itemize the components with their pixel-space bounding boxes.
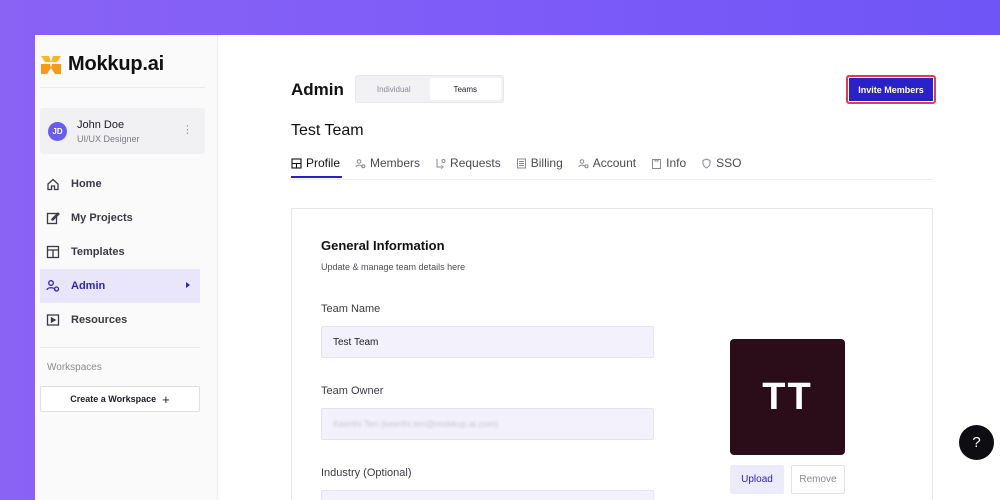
avatar: JD <box>48 121 67 141</box>
sidebar: Mokkup.ai JD John Doe UI/UX Designer ⋮ H… <box>35 35 218 500</box>
tab-billing[interactable]: Billing <box>516 154 563 172</box>
users-admin-icon <box>46 279 60 293</box>
home-icon <box>46 177 60 191</box>
team-owner-value: Keerthi Teri (keerthi.teri@mokkup.ai.com… <box>333 419 499 429</box>
team-title: Test Team <box>291 122 364 139</box>
tab-label: Account <box>592 156 637 170</box>
tab-profile[interactable]: Profile <box>291 154 340 172</box>
tab-info[interactable]: Info <box>651 154 686 172</box>
tab-label: Requests <box>450 156 501 170</box>
shield-icon <box>701 157 712 169</box>
tab-requests[interactable]: Requests <box>435 154 501 172</box>
members-icon <box>355 158 366 169</box>
section-subtitle: Update & manage team details here <box>321 262 466 272</box>
tab-label: Billing <box>530 156 563 170</box>
workspaces-label: Workspaces <box>47 362 102 373</box>
tab-bar: Profile Members Requests Billing Account <box>291 154 756 172</box>
sidebar-item-my-projects[interactable]: My Projects <box>40 201 200 235</box>
team-avatar: TT <box>730 339 845 455</box>
create-workspace-label: Create a Workspace <box>70 394 157 404</box>
industry-field[interactable] <box>321 490 654 500</box>
account-icon <box>578 158 589 169</box>
receipt-icon <box>516 158 527 169</box>
tab-label: Members <box>370 156 421 170</box>
kebab-menu-icon[interactable]: ⋮ <box>182 123 193 136</box>
layout-icon <box>291 157 302 169</box>
user-request-icon <box>435 158 446 169</box>
sidebar-item-label: Templates <box>71 246 125 258</box>
user-role: UI/UX Designer <box>77 133 140 144</box>
tab-account[interactable]: Account <box>578 154 636 172</box>
play-square-icon <box>46 313 60 327</box>
team-name-field[interactable]: Test Team <box>321 326 654 358</box>
team-owner-label: Team Owner <box>321 385 384 397</box>
create-workspace-button[interactable]: Create a Workspace + <box>40 386 200 412</box>
active-tab-indicator <box>291 176 342 178</box>
tab-members[interactable]: Members <box>355 154 420 172</box>
sidebar-item-label: Resources <box>71 314 128 326</box>
divider <box>40 347 200 348</box>
app-name: Mokkup.ai <box>68 53 164 75</box>
invite-members-button[interactable]: Invite Members <box>846 75 936 104</box>
page-title: Admin <box>291 80 344 99</box>
tab-label: Info <box>666 156 687 170</box>
sidebar-item-templates[interactable]: Templates <box>40 235 200 269</box>
segment-teams[interactable]: Teams <box>429 78 501 100</box>
logo[interactable]: Mokkup.ai <box>40 53 164 76</box>
tab-label: SSO <box>716 156 742 170</box>
tab-divider <box>291 179 933 180</box>
industry-label: Industry (Optional) <box>321 467 412 479</box>
mokkup-logo-icon <box>40 54 62 76</box>
team-owner-field[interactable]: Keerthi Teri (keerthi.teri@mokkup.ai.com… <box>321 408 654 440</box>
team-name-value: Test Team <box>333 336 379 348</box>
upload-button[interactable]: Upload <box>730 465 784 494</box>
section-title: General Information <box>321 238 445 253</box>
sidebar-item-admin[interactable]: Admin <box>40 269 200 303</box>
view-toggle: Individual Teams <box>355 75 504 103</box>
clipboard-icon <box>651 158 662 169</box>
caret-right-icon <box>186 282 190 288</box>
app-window: Mokkup.ai JD John Doe UI/UX Designer ⋮ H… <box>35 35 1000 500</box>
user-name: John Doe <box>77 118 125 131</box>
user-meta: John Doe UI/UX Designer <box>77 119 140 144</box>
user-card[interactable]: JD John Doe UI/UX Designer ⋮ <box>40 108 205 154</box>
plus-icon: + <box>162 391 170 407</box>
sidebar-item-label: Admin <box>71 280 106 292</box>
sidebar-nav: Home My Projects Templates Admin Resourc… <box>40 167 200 337</box>
sidebar-item-label: Home <box>71 178 102 190</box>
template-icon <box>46 245 60 259</box>
tab-sso[interactable]: SSO <box>701 154 741 172</box>
segment-individual[interactable]: Individual <box>358 78 430 100</box>
team-name-label: Team Name <box>321 303 381 315</box>
tab-label: Profile <box>306 156 341 170</box>
divider <box>40 87 205 88</box>
help-button[interactable]: ? <box>959 425 994 460</box>
sidebar-item-home[interactable]: Home <box>40 167 200 201</box>
remove-button[interactable]: Remove <box>791 465 845 494</box>
sidebar-item-label: My Projects <box>71 212 133 224</box>
edit-icon <box>46 211 60 225</box>
sidebar-item-resources[interactable]: Resources <box>40 303 200 337</box>
